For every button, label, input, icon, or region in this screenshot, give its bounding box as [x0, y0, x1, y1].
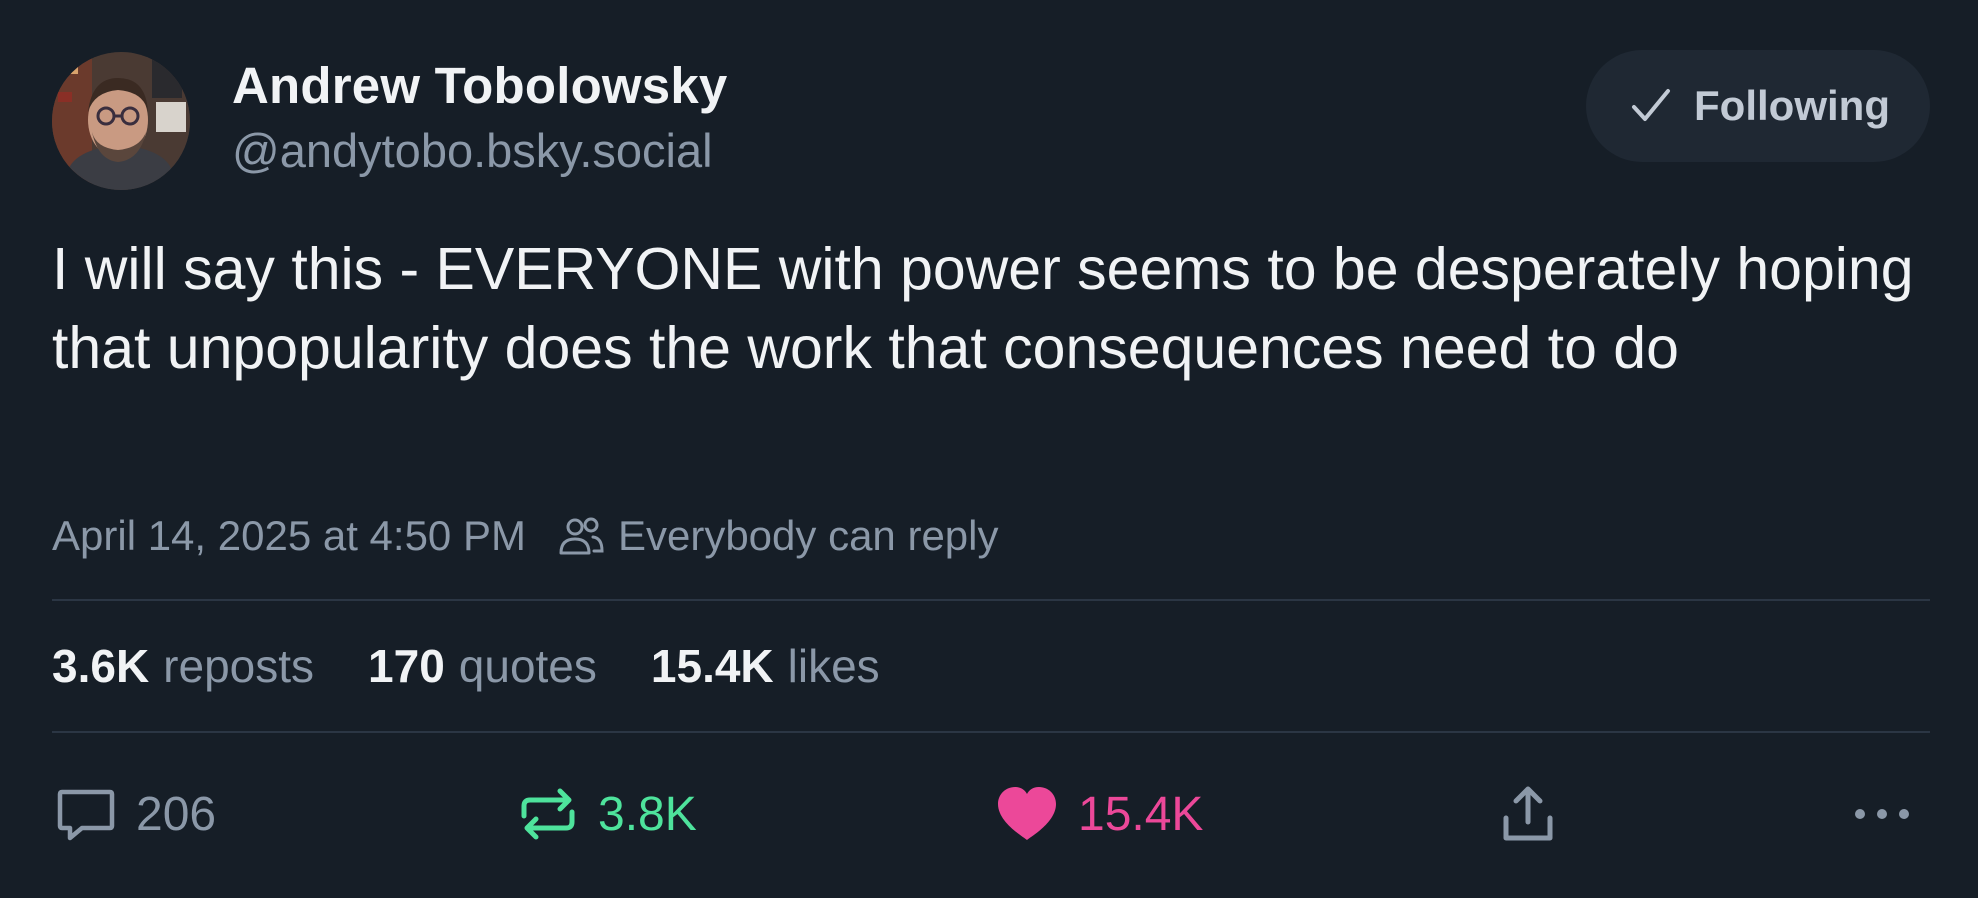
post-timestamp[interactable]: April 14, 2025 at 4:50 PM: [52, 512, 526, 560]
repost-icon: [521, 788, 575, 840]
share-icon: [1503, 786, 1553, 841]
share-button[interactable]: [1496, 778, 1560, 850]
repost-count: 3.8K: [598, 787, 697, 841]
post-header: Andrew Tobolowsky @andytobo.bsky.social …: [52, 50, 1930, 190]
author-handle[interactable]: @andytobo.bsky.social: [232, 123, 713, 178]
avatar[interactable]: [52, 52, 190, 190]
action-bar: 206 3.8K 15.4K: [52, 778, 1930, 850]
reposts-count: 3.6K: [52, 640, 150, 692]
post-text: I will say this - EVERYONE with power se…: [52, 236, 1930, 381]
post-meta: April 14, 2025 at 4:50 PM Everybody can …: [52, 506, 999, 566]
more-options-icon: [1855, 809, 1909, 819]
heart-icon: [998, 787, 1056, 840]
likes-stat[interactable]: 15.4K likes: [651, 639, 880, 693]
reply-button[interactable]: 206: [54, 778, 216, 850]
reposts-stat[interactable]: 3.6K reposts: [52, 639, 314, 693]
engagement-stats: 3.6K reposts 170 quotes 15.4K likes: [52, 634, 934, 698]
like-button[interactable]: 15.4K: [994, 778, 1203, 850]
quotes-stat[interactable]: 170 quotes: [368, 639, 597, 693]
following-button[interactable]: Following: [1586, 50, 1930, 162]
more-options-button[interactable]: [1850, 778, 1914, 850]
like-count: 15.4K: [1078, 787, 1204, 841]
people-icon: [559, 517, 604, 555]
reply-count: 206: [136, 787, 217, 841]
reply-setting-label: Everybody can reply: [617, 512, 999, 559]
repost-button[interactable]: 3.8K: [516, 778, 697, 850]
post: Andrew Tobolowsky @andytobo.bsky.social …: [52, 50, 1930, 890]
check-icon: [1632, 89, 1671, 121]
likes-label: likes: [787, 640, 880, 692]
author-display-name[interactable]: Andrew Tobolowsky: [232, 56, 728, 115]
reply-bubble-icon: [57, 789, 115, 841]
quotes-count: 170: [368, 640, 445, 692]
quotes-label: quotes: [458, 640, 597, 692]
reposts-label: reposts: [163, 640, 315, 692]
divider: [52, 599, 1930, 601]
following-button-label: Following: [1694, 82, 1890, 129]
likes-count: 15.4K: [650, 640, 774, 692]
divider: [52, 731, 1930, 733]
reply-setting[interactable]: Everybody can reply: [556, 511, 999, 561]
